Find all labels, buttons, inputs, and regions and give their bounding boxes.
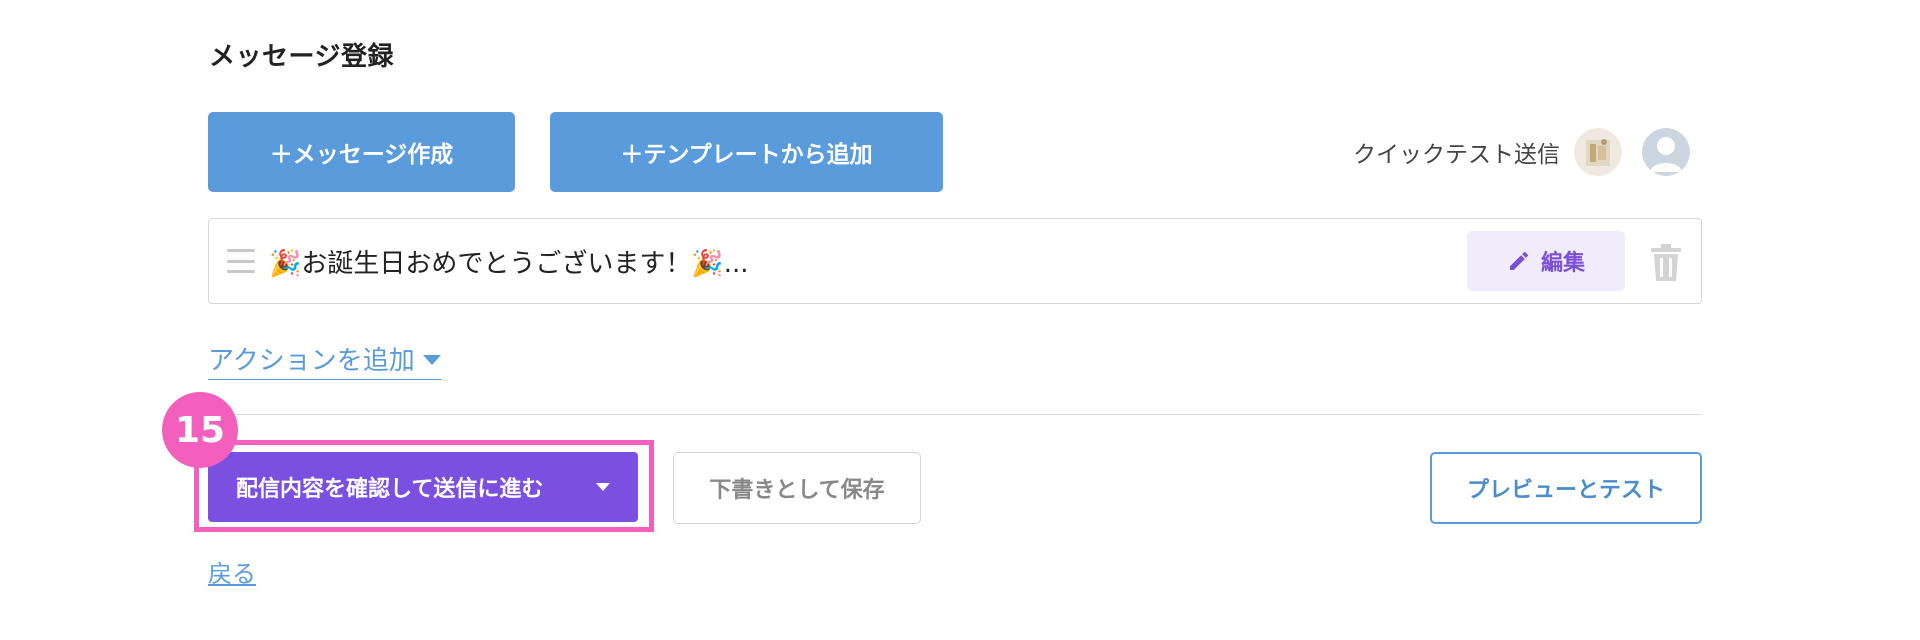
save-draft-button[interactable]: 下書きとして保存 [673, 452, 921, 524]
trash-icon[interactable] [1649, 243, 1683, 283]
confirm-label: 配信内容を確認して送信に進む [236, 477, 544, 502]
divider [208, 414, 1702, 415]
add-action-label: アクションを追加 [208, 346, 415, 376]
message-registration-page: メッセージ登録 ＋メッセージ作成 ＋テンプレートから追加 クイックテスト送信 🎉… [0, 0, 1920, 640]
edit-message-button[interactable]: 編集 [1467, 231, 1625, 291]
photo-avatar[interactable] [1574, 128, 1622, 176]
caret-down-icon [422, 354, 441, 365]
message-item: 🎉お誕生日おめでとうございます！🎉... 編集 [208, 218, 1702, 304]
pencil-icon [1509, 251, 1528, 270]
add-action-dropdown[interactable]: アクションを追加 [208, 340, 441, 380]
edit-label: 編集 [1540, 251, 1585, 276]
preview-and-test-button[interactable]: プレビューとテスト [1430, 452, 1702, 524]
drag-handle-icon[interactable] [227, 249, 255, 273]
quick-test-send: クイックテスト送信 [1353, 128, 1690, 176]
confirm-and-send-button[interactable]: 配信内容を確認して送信に進む [208, 452, 638, 522]
caret-down-icon[interactable] [596, 483, 610, 491]
message-preview-text: 🎉お誕生日おめでとうございます！🎉... [269, 249, 749, 279]
step-badge: 15 [162, 392, 238, 468]
default-avatar[interactable] [1642, 128, 1690, 176]
page-title: メッセージ登録 [209, 42, 394, 72]
back-link[interactable]: 戻る [208, 554, 256, 589]
quick-test-label: クイックテスト送信 [1353, 142, 1560, 168]
add-from-template-button[interactable]: ＋テンプレートから追加 [550, 112, 943, 192]
create-message-button[interactable]: ＋メッセージ作成 [208, 112, 515, 192]
